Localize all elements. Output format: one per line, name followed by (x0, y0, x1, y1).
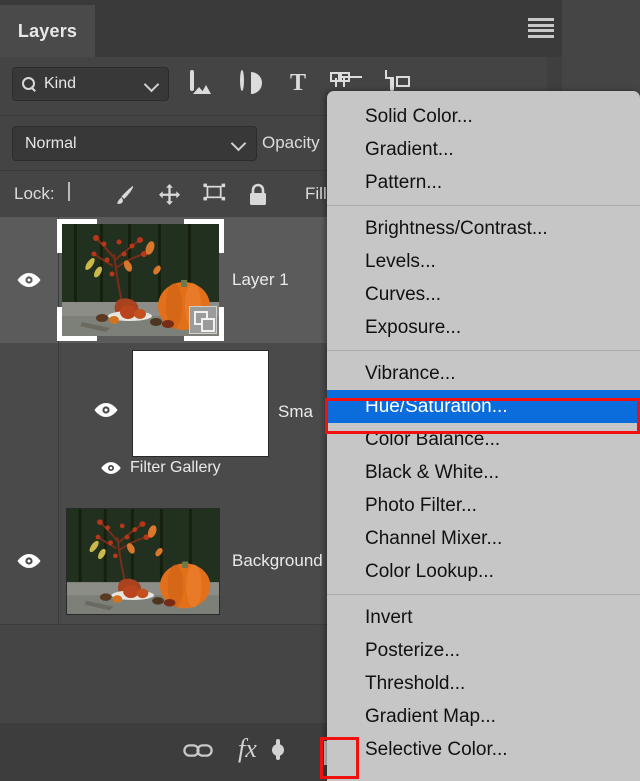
menu-separator (327, 205, 640, 206)
menu-item-gradient-map[interactable]: Gradient Map... (327, 700, 640, 733)
filter-pixel-layers-icon[interactable] (190, 70, 214, 96)
selection-bracket (184, 219, 224, 224)
layer-name[interactable]: Layer 1 (232, 270, 289, 290)
menu-item-brightness-contrast[interactable]: Brightness/Contrast... (327, 212, 640, 245)
layer-visibility-toggle[interactable] (16, 553, 42, 569)
layer-visibility-toggle[interactable] (93, 402, 119, 418)
menu-item-color-lookup[interactable]: Color Lookup... (327, 555, 640, 588)
hamburger-line (528, 18, 554, 21)
menu-separator (327, 594, 640, 595)
selection-bracket (57, 219, 62, 253)
menu-item-solid-color[interactable]: Solid Color... (327, 100, 640, 133)
hamburger-line (528, 34, 554, 38)
menu-item-channel-mixer[interactable]: Channel Mixer... (327, 522, 640, 555)
layer-visibility-toggle[interactable] (16, 272, 42, 288)
blend-mode-value: Normal (25, 134, 77, 152)
lock-label: Lock: (14, 184, 55, 203)
hamburger-menu-icon[interactable] (528, 18, 554, 38)
selection-bracket (57, 307, 62, 341)
filter-type-layers-icon[interactable]: T (290, 71, 314, 96)
layer-thumbnail[interactable] (57, 219, 224, 341)
search-icon (22, 76, 37, 92)
menu-group-tonal: Brightness/Contrast... Levels... Curves.… (327, 212, 640, 344)
mask-icon (276, 739, 280, 760)
menu-separator (327, 350, 640, 351)
menu-item-levels[interactable]: Levels... (327, 245, 640, 278)
menu-item-photo-filter[interactable]: Photo Filter... (327, 489, 640, 522)
panel-tab-bar: Layers (0, 0, 562, 57)
lock-image-pixels-icon[interactable] (113, 183, 137, 207)
lock-artboard-nesting-icon[interactable] (203, 183, 227, 207)
smart-filter-visibility-toggle[interactable] (100, 461, 122, 475)
smart-object-badge-icon (189, 306, 217, 334)
fill-label: Fill (305, 184, 327, 203)
menu-item-hue-saturation[interactable]: Hue/Saturation... (327, 390, 640, 423)
lock-position-icon[interactable] (158, 183, 182, 207)
menu-item-black-and-white[interactable]: Black & White... (327, 456, 640, 489)
tab-layers-label: Layers (17, 20, 78, 41)
chevron-down-icon (143, 76, 160, 93)
add-layer-mask-button[interactable] (276, 739, 280, 760)
menu-item-invert[interactable]: Invert (327, 601, 640, 634)
filter-adjustment-layers-icon[interactable] (240, 70, 264, 96)
menu-item-selective-color[interactable]: Selective Color... (327, 733, 640, 766)
selection-bracket (57, 336, 97, 341)
fx-label: fx (238, 734, 257, 763)
lock-icon-group (68, 182, 272, 208)
smart-filter-name[interactable]: Filter Gallery (130, 459, 221, 477)
lock-all-icon[interactable] (248, 183, 272, 207)
row-divider (58, 343, 59, 498)
chevron-down-icon (230, 135, 247, 152)
row-divider (58, 498, 59, 624)
selection-bracket (57, 219, 97, 224)
menu-item-posterize[interactable]: Posterize... (327, 634, 640, 667)
layer-name[interactable]: Background (232, 551, 323, 571)
filter-kind-label: Kind (44, 75, 77, 92)
filter-kind-dropdown[interactable]: Kind (12, 67, 169, 101)
photoshop-layers-panel: Layers Kind T Normal Opacity Lock: Fill … (0, 0, 640, 781)
menu-group-fill: Solid Color... Gradient... Pattern... (327, 100, 640, 199)
blend-mode-dropdown[interactable]: Normal (12, 126, 257, 161)
new-adjustment-layer-menu: Solid Color... Gradient... Pattern... Br… (327, 91, 640, 781)
menu-group-special: Invert Posterize... Threshold... Gradien… (327, 601, 640, 766)
hamburger-line (528, 29, 554, 33)
hamburger-line (528, 23, 554, 27)
selection-bracket (219, 307, 224, 341)
opacity-label: Opacity (262, 133, 320, 152)
layer-thumbnail[interactable] (132, 350, 269, 457)
menu-item-exposure[interactable]: Exposure... (327, 311, 640, 344)
selection-bracket (184, 336, 224, 341)
layer-style-button[interactable]: fx (238, 736, 257, 762)
menu-item-curves[interactable]: Curves... (327, 278, 640, 311)
layer-thumbnail[interactable] (66, 508, 220, 615)
selection-bracket (219, 219, 224, 253)
menu-item-vibrance[interactable]: Vibrance... (327, 357, 640, 390)
layer-name[interactable]: Sma (278, 402, 313, 422)
tab-layers[interactable]: Layers (0, 5, 95, 57)
menu-item-threshold[interactable]: Threshold... (327, 667, 640, 700)
menu-item-pattern[interactable]: Pattern... (327, 166, 640, 199)
lock-transparent-pixels-icon[interactable] (68, 182, 92, 207)
link-layers-button[interactable] (183, 743, 213, 763)
menu-item-color-balance[interactable]: Color Balance... (327, 423, 640, 456)
menu-item-gradient[interactable]: Gradient... (327, 133, 640, 166)
menu-group-color: Vibrance... Hue/Saturation... Color Bala… (327, 357, 640, 588)
